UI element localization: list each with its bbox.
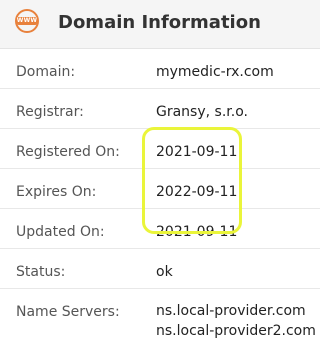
panel-title: Domain Information <box>58 12 261 33</box>
row-label: Domain: <box>16 64 76 80</box>
row-domain: Domain: mymedic-rx.com <box>0 49 320 89</box>
updated-on-value: 2021-09-11 <box>156 224 238 240</box>
registered-on-value: 2021-09-11 <box>156 144 238 160</box>
name-server-2: ns.local-provider2.com <box>156 323 316 339</box>
expires-on-value: 2022-09-11 <box>156 184 238 200</box>
panel-header: WWW Domain Information <box>0 0 320 49</box>
row-registered-on: Registered On: 2021-09-11 <box>0 129 320 169</box>
registrar-value: Gransy, s.r.o. <box>156 104 248 120</box>
status-value: ok <box>156 264 173 280</box>
www-icon-text: WWW <box>16 17 38 25</box>
row-label: Registrar: <box>16 104 84 120</box>
name-server-1: ns.local-provider.com <box>156 303 306 319</box>
www-globe-icon: WWW <box>15 9 39 33</box>
domain-value: mymedic-rx.com <box>156 64 274 80</box>
row-expires-on: Expires On: 2022-09-11 <box>0 169 320 209</box>
row-status: Status: ok <box>0 249 320 289</box>
row-label: Name Servers: <box>16 304 120 320</box>
row-label: Registered On: <box>16 144 120 160</box>
row-label: Updated On: <box>16 224 105 240</box>
name-servers-value: ns.local-provider.com ns.local-provider2… <box>156 301 316 341</box>
row-name-servers: Name Servers: ns.local-provider.com ns.l… <box>0 289 320 339</box>
row-registrar: Registrar: Gransy, s.r.o. <box>0 89 320 129</box>
domain-info-table: Domain: mymedic-rx.com Registrar: Gransy… <box>0 49 320 339</box>
row-label: Expires On: <box>16 184 97 200</box>
row-label: Status: <box>16 264 66 280</box>
row-updated-on: Updated On: 2021-09-11 <box>0 209 320 249</box>
